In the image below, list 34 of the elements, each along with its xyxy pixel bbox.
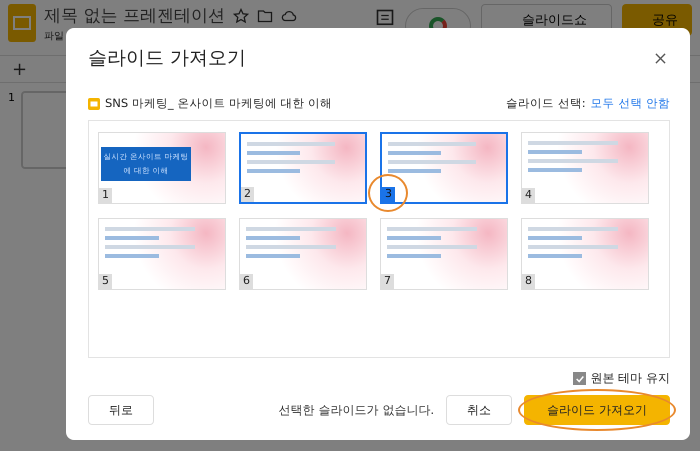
source-file-name: SNS 마케팅_ 온사이트 마케팅에 대한 이해 <box>105 96 332 111</box>
slide-thumbnail[interactable]: 4 <box>521 132 649 204</box>
slide-thumbnail[interactable]: 5 <box>98 218 226 290</box>
dialog-title: 슬라이드 가져오기 <box>88 46 246 71</box>
select-label: 슬라이드 선택: <box>506 96 586 111</box>
slide-number-badge: 3 <box>382 187 395 202</box>
slide-number-badge: 6 <box>240 274 253 289</box>
slides-file-icon <box>88 98 100 110</box>
slide-thumbnail[interactable]: 6 <box>239 218 367 290</box>
slide-number-badge: 8 <box>522 274 535 289</box>
comment-icon[interactable] <box>375 8 395 28</box>
slide-number: 1 <box>8 91 15 106</box>
slide-thumbnail[interactable]: 2 <box>239 132 367 204</box>
close-icon <box>655 52 666 64</box>
import-slides-button[interactable]: 슬라이드 가져오기 <box>524 395 670 425</box>
status-message: 선택한 슬라이드가 없습니다. <box>278 402 434 418</box>
deselect-all-link[interactable]: 모두 선택 안함 <box>590 96 670 111</box>
document-title[interactable]: 제목 없는 프레젠테이션 <box>44 4 225 27</box>
star-icon[interactable] <box>232 8 249 24</box>
menu-item[interactable]: 파일 <box>44 31 64 42</box>
slide-thumbnail[interactable]: 3 <box>380 132 508 204</box>
cancel-button[interactable]: 취소 <box>446 395 512 425</box>
slide-number-badge: 1 <box>99 188 112 203</box>
keep-theme-label: 원본 테마 유지 <box>590 370 670 387</box>
slide-thumbnail[interactable]: 8 <box>521 218 649 290</box>
slide-number-badge: 4 <box>522 188 535 203</box>
folder-icon[interactable] <box>256 8 273 24</box>
slide-thumbnail[interactable]: 7 <box>380 218 508 290</box>
new-slide-button[interactable]: + <box>12 58 28 80</box>
slide-number-badge: 5 <box>99 274 112 289</box>
slide-number-badge: 7 <box>381 274 394 289</box>
keep-theme-checkbox[interactable] <box>573 372 586 385</box>
slide-number-badge: 2 <box>241 187 254 202</box>
back-button[interactable]: 뒤로 <box>88 395 154 425</box>
